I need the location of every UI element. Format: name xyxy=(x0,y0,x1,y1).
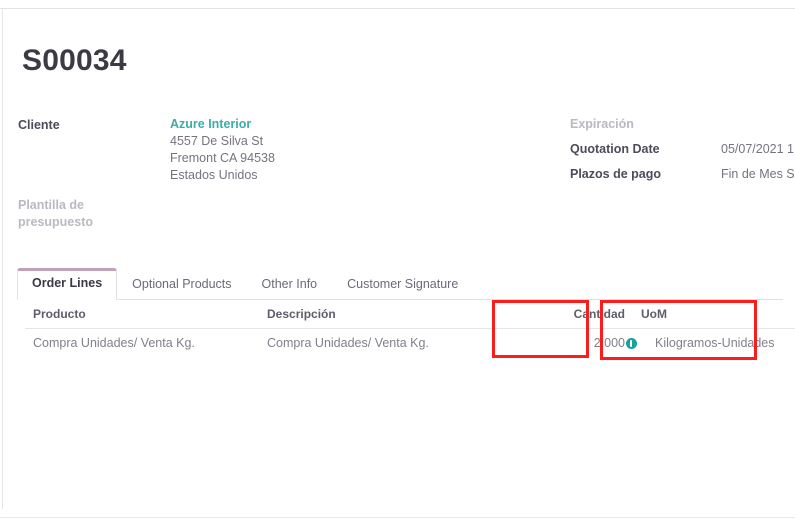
customer-address-country: Estados Unidos xyxy=(170,168,258,182)
payment-terms-field-row[interactable]: Plazos de pago Fin de Mes S xyxy=(570,166,795,191)
quotation-template-label-line2: presupuesto xyxy=(18,215,94,229)
column-header-uom[interactable]: UoM xyxy=(633,302,795,329)
quotation-template-field-group[interactable]: Plantilla de presupuesto xyxy=(18,197,138,231)
notebook-tabs: Order Lines Optional Products Other Info… xyxy=(17,268,783,300)
customer-name-link[interactable]: Azure Interior xyxy=(170,116,390,133)
customer-field-group: Cliente xyxy=(18,117,158,134)
cell-descripcion[interactable]: Compra Unidades/ Venta Kg. xyxy=(259,329,521,359)
customer-address-line2: Fremont CA 94538 xyxy=(170,151,275,165)
order-lines-table: Producto Descripción Cantidad UoM Compra… xyxy=(25,302,795,358)
table-row[interactable]: Compra Unidades/ Venta Kg. Compra Unidad… xyxy=(25,329,795,359)
quotation-date-label: Quotation Date xyxy=(570,142,660,156)
cell-uom[interactable]: Kilogramos-Unidades xyxy=(626,329,795,359)
tab-order-lines[interactable]: Order Lines xyxy=(17,268,118,300)
customer-address-line1: 4557 De Silva St xyxy=(170,134,264,148)
expiration-field-row[interactable]: Expiración xyxy=(570,116,795,141)
quotation-date-value: 05/07/2021 1 xyxy=(721,142,794,156)
tab-customer-signature[interactable]: Customer Signature xyxy=(332,269,473,300)
tab-optional-products[interactable]: Optional Products xyxy=(117,269,246,300)
order-lines-table-wrapper: Producto Descripción Cantidad UoM Compra… xyxy=(25,302,795,358)
quotation-date-field-row[interactable]: Quotation Date 05/07/2021 1 xyxy=(570,141,795,166)
column-header-cantidad[interactable]: Cantidad xyxy=(521,302,633,329)
info-circle-icon xyxy=(626,338,637,349)
column-header-producto[interactable]: Producto xyxy=(25,302,259,329)
sales-order-form-screen: S00034 Cliente Azure Interior 4557 De Si… xyxy=(0,0,795,525)
customer-value-block: Azure Interior 4557 De Silva St Fremont … xyxy=(170,116,390,184)
table-header-row: Producto Descripción Cantidad UoM xyxy=(25,302,795,329)
cell-uom-label: Kilogramos-Unidades xyxy=(655,336,775,350)
tab-other-info[interactable]: Other Info xyxy=(247,269,333,300)
column-header-descripcion[interactable]: Descripción xyxy=(259,302,521,329)
payment-terms-value: Fin de Mes S xyxy=(721,167,795,181)
form-sheet: S00034 Cliente Azure Interior 4557 De Si… xyxy=(3,9,795,517)
quotation-template-label-line1: Plantilla de xyxy=(18,198,84,212)
cell-cantidad[interactable]: 2,000 xyxy=(521,329,633,359)
payment-terms-label: Plazos de pago xyxy=(570,167,661,181)
page-title: S00034 xyxy=(22,44,127,77)
cell-producto[interactable]: Compra Unidades/ Venta Kg. xyxy=(25,329,259,359)
right-field-column: Expiración Quotation Date 05/07/2021 1 P… xyxy=(570,116,795,191)
expiration-label: Expiración xyxy=(570,117,634,131)
customer-label: Cliente xyxy=(18,118,60,132)
bottom-divider xyxy=(0,517,795,518)
